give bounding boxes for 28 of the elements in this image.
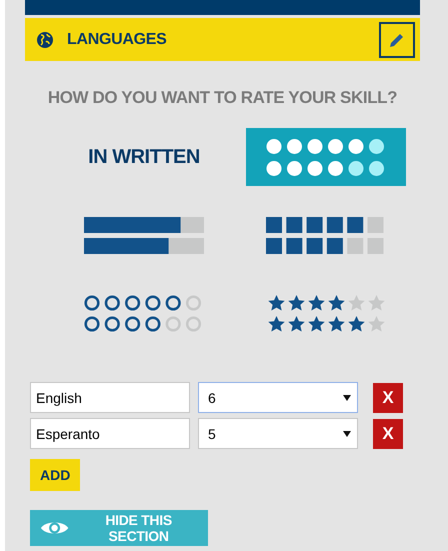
star-icon: [368, 294, 384, 310]
globe-icon: [37, 32, 53, 48]
star-icon: [268, 294, 284, 310]
star-icon: [328, 316, 344, 332]
edit-button[interactable]: [379, 22, 415, 58]
star-icon: [348, 316, 364, 332]
star-icon: [308, 316, 324, 332]
remove-button[interactable]: X: [373, 418, 403, 448]
remove-button[interactable]: X: [373, 382, 403, 412]
star-icon: [288, 316, 304, 332]
skill-select[interactable]: 5: [198, 418, 358, 449]
rating-label: IN WRITTEN: [88, 146, 200, 168]
add-button[interactable]: ADD: [30, 459, 80, 491]
star-icon: [328, 294, 344, 310]
language-field[interactable]: English: [30, 382, 190, 413]
language-field[interactable]: Esperanto: [30, 418, 190, 449]
skill-select[interactable]: 6: [198, 382, 358, 413]
star-icon: [268, 316, 284, 332]
star-icon: [348, 294, 364, 310]
star-icon: [308, 294, 324, 310]
star-icon: [288, 294, 304, 310]
star-icon: [368, 316, 384, 332]
pencil-icon: [389, 32, 405, 48]
rating-style-option[interactable]: [246, 128, 406, 186]
rating-question: HOW DO YOU WANT TO RATE YOUR SKILL?: [46, 88, 398, 108]
caret-icon: [343, 394, 351, 400]
section-title: LANGUAGES: [67, 30, 168, 48]
caret-icon: [343, 430, 351, 436]
